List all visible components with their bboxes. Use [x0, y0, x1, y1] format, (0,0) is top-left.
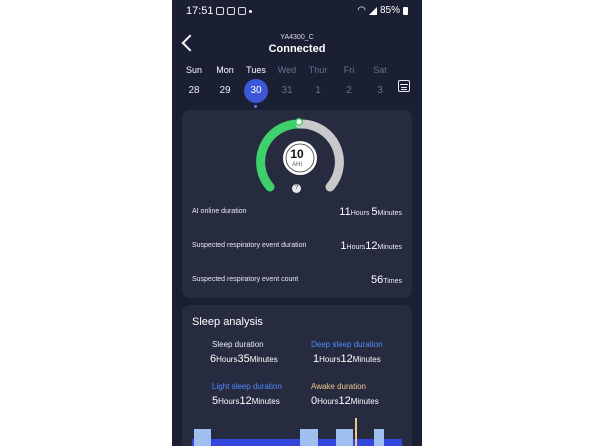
device-name: YA4300_C: [280, 34, 314, 41]
day-tues[interactable]: Tues: [241, 65, 271, 75]
status-right: ◠ 85%: [357, 5, 408, 16]
battery-icon: [403, 6, 408, 15]
stat-label-ai-online: AI online duration: [192, 208, 247, 215]
date-29[interactable]: 29: [210, 84, 240, 98]
status-time: 17:51: [186, 5, 214, 17]
wifi-icon: ◠: [357, 5, 366, 16]
awake-value: 0Hours12Minutes: [311, 395, 379, 407]
date-1[interactable]: 1: [303, 84, 333, 98]
stat-value-event-duration: 1Hours12Minutes: [340, 240, 402, 252]
phone-screen: 17:51 ◠ 85% YA4300_C Connected Sun Mon T…: [172, 0, 422, 446]
ahi-value: 10: [290, 147, 304, 161]
date-30-selected[interactable]: 30: [244, 79, 268, 103]
battery-percent: 85%: [379, 5, 400, 16]
selected-date-dot: [254, 105, 257, 108]
calendar-icon[interactable]: [398, 80, 410, 92]
ahi-card: 10 AHI ? AI online duration 11Hours 5Min…: [182, 110, 412, 298]
light-sleep-block: [374, 429, 384, 446]
stat-value-event-count: 56Times: [370, 274, 402, 286]
status-bar: 17:51 ◠ 85%: [172, 0, 422, 22]
connection-status: Connected: [268, 43, 326, 55]
sleep-duration-label: Sleep duration: [212, 340, 264, 349]
notification-icon: [216, 7, 224, 15]
day-sun[interactable]: Sun: [179, 65, 209, 75]
light-sleep-value: 5Hours12Minutes: [212, 395, 280, 407]
more-notifications-dot: [249, 10, 252, 13]
day-sat[interactable]: Sat: [365, 65, 395, 75]
sleep-analysis-card: Sleep analysis Sleep duration 6Hours35Mi…: [182, 305, 412, 446]
notification-icon: [238, 7, 246, 15]
deep-sleep-band: [192, 439, 402, 446]
stat-label-event-duration: Suspected respiratory event duration: [192, 242, 307, 249]
date-3[interactable]: 3: [365, 84, 395, 98]
stat-label-event-count: Suspected respiratory event count: [192, 276, 299, 283]
day-fri[interactable]: Fri: [334, 65, 364, 75]
date-31[interactable]: 31: [272, 84, 302, 98]
awake-label: Awake duration: [311, 382, 366, 391]
date-2[interactable]: 2: [334, 84, 364, 98]
deep-sleep-label: Deep sleep duration: [311, 340, 383, 349]
light-sleep-block: [336, 429, 353, 446]
day-wed[interactable]: Wed: [272, 65, 302, 75]
signal-icon: [368, 6, 377, 15]
ahi-label: AHI: [291, 162, 302, 168]
light-sleep-block: [300, 429, 318, 446]
day-mon[interactable]: Mon: [210, 65, 240, 75]
awake-marker: [355, 418, 357, 446]
stat-value-ai-online: 11Hours 5Minutes: [339, 206, 402, 218]
sleep-duration-value: 6Hours35Minutes: [210, 353, 278, 365]
sleep-analysis-title: Sleep analysis: [192, 316, 263, 328]
date-28[interactable]: 28: [179, 84, 209, 98]
deep-sleep-value: 1Hours12Minutes: [313, 353, 381, 365]
day-thur[interactable]: Thur: [303, 65, 333, 75]
gauge-indicator: [295, 118, 303, 126]
notification-icon: [227, 7, 235, 15]
help-icon[interactable]: ?: [292, 184, 301, 193]
light-sleep-block: [194, 429, 211, 446]
light-sleep-label: Light sleep duration: [212, 382, 282, 391]
